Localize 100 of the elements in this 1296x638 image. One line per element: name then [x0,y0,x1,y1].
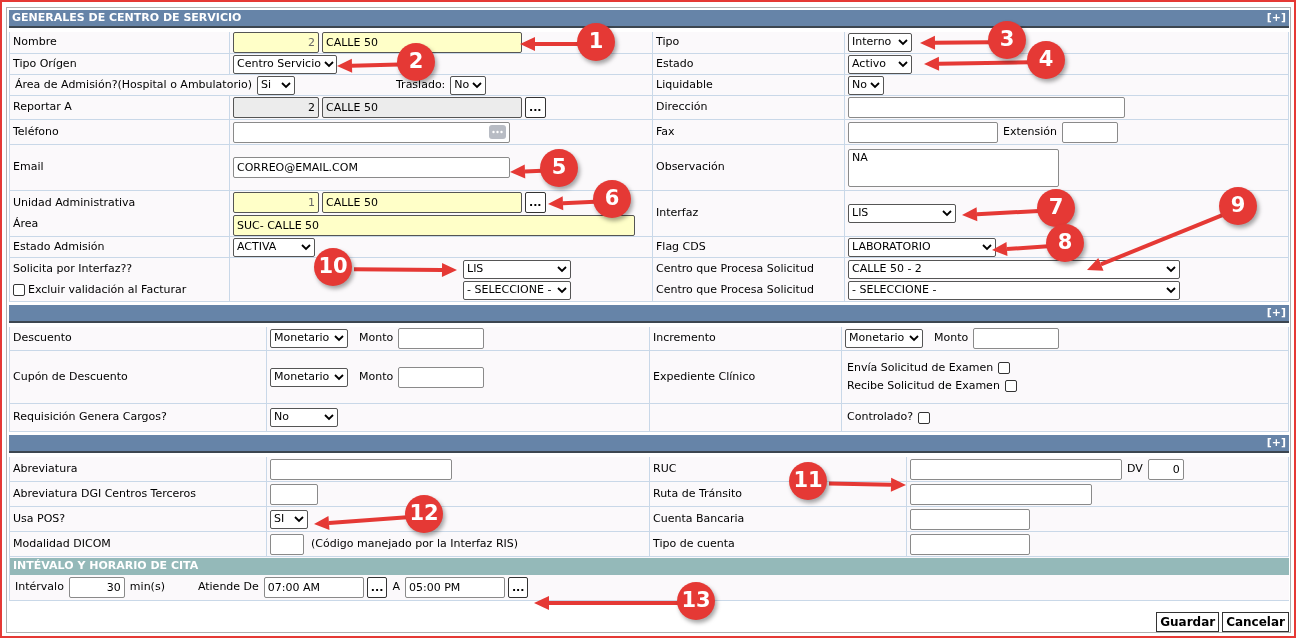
browse-button[interactable]: ... [525,191,546,213]
dropdown[interactable]: Monetario [845,329,923,348]
dropdown[interactable]: Monetario [270,367,348,387]
field-label: Fax [656,123,676,140]
field-label: Liquidable [656,76,714,93]
input-field[interactable] [910,458,1122,480]
field-label: Ruta de Tránsito [653,485,744,502]
input-field[interactable]: SUC- CALLE 50 [233,214,635,236]
dropdown[interactable]: Interno [848,33,912,52]
checkbox[interactable] [998,361,1011,374]
dropdown[interactable]: Si [257,75,295,95]
dropdown[interactable]: Centro Servicio [233,54,337,74]
input-field[interactable]: 0 [1147,458,1184,480]
arrow [337,58,400,73]
chevron-down-icon [334,373,344,381]
field-label: Nombre [13,34,58,51]
dropdown[interactable]: SI [270,509,308,529]
input-field[interactable]: 2 [233,97,319,118]
dropdown[interactable]: LIS [463,259,571,279]
browse-button[interactable]: ... [507,577,529,598]
input-field[interactable] [270,533,304,555]
input-field[interactable]: CALLE 50 [322,97,522,118]
expand-toggle[interactable]: [+] [1266,9,1286,27]
field-label: DV [1126,460,1144,477]
checkbox[interactable] [1004,380,1017,393]
field-label: Cupón de Descuento [13,368,129,385]
checkbox[interactable] [918,411,931,424]
input-field[interactable]: 07:00 AM [263,577,364,598]
input-field[interactable] [973,328,1060,349]
input-field[interactable]: CALLE 50 [322,32,522,53]
dropdown[interactable]: Activo [848,54,912,74]
dropdown[interactable]: LABORATORIO [848,237,996,257]
input-field[interactable] [910,508,1030,530]
input-field[interactable] [270,483,318,505]
chevron-down-icon [1166,265,1176,273]
chevron-down-icon [982,243,992,251]
subsection-title: INTÉVALO Y HORARIO DE CITA [13,558,199,575]
field-label: Atiende De [196,579,260,596]
section-title: GENERALES DE CENTRO DE SERVICIO [12,9,242,26]
chevron-down-icon [472,81,483,89]
field-label: A [391,579,401,596]
dropdown[interactable]: - SELECCIONE - [848,280,1180,300]
input-field[interactable] [848,97,1125,118]
dropdown[interactable]: No [450,75,487,95]
field-label: Abreviatura [13,460,79,477]
input-field[interactable] [398,366,485,388]
dropdown[interactable]: No [848,75,884,95]
browse-button[interactable]: ... [366,577,388,598]
expand-toggle[interactable]: [+] [1266,434,1286,452]
input-field[interactable] [1062,121,1118,143]
chevron-down-icon [870,81,880,89]
chevron-down-icon [324,414,334,421]
field-label: Monto [358,330,395,347]
input-field[interactable] [848,121,998,143]
dropdown[interactable]: LIS [848,204,956,223]
chevron-down-icon [281,81,291,89]
field-label: Solicita por Interfaz?? [13,260,134,277]
field-label: Incremento [653,330,717,347]
dropdown[interactable]: - SELECCIONE - [463,280,571,300]
chevron-down-icon [909,335,919,342]
input-field[interactable] [398,328,485,349]
action-button[interactable]: Cancelar [1222,612,1289,632]
arrow [548,196,596,211]
field-label: (Código manejado por la Interfaz RIS) [310,535,520,552]
field-label: Observación [656,159,726,176]
input-field[interactable]: 1 [233,191,319,213]
field-label: Dirección [656,99,709,116]
chevron-down-icon [323,60,334,68]
input-field[interactable]: CALLE 50 [322,191,522,213]
chevron-down-icon [1166,286,1176,294]
input-field[interactable] [910,483,1092,505]
dropdown[interactable]: CALLE 50 - 2 [848,259,1180,279]
chevron-down-icon [942,210,952,217]
step-badge: 13 [677,582,715,620]
input-field[interactable] [910,533,1030,555]
field-label: Modalidad DICOM [13,535,112,552]
chevron-down-icon [334,335,344,342]
input-field[interactable] [270,458,452,480]
field-label: Tipo Orígen [13,55,78,72]
checkbox[interactable] [13,284,25,297]
field-label: Descuento [13,330,73,347]
browse-button[interactable]: ... [525,97,546,118]
field-label: Interfaz [656,205,700,222]
action-button[interactable]: Guardar [1156,612,1220,632]
more-icon[interactable] [489,125,506,139]
field-label: Expediente Clínico [653,368,757,385]
input-field[interactable]: CORREO@EMAIL.COM [233,157,510,178]
input-field[interactable]: 30 [68,577,125,598]
field-label: Abreviatura DGI Centros Terceros [13,485,198,502]
dropdown[interactable]: Monetario [270,329,348,348]
field-label: Teléfono [13,123,60,140]
text-area[interactable]: NA [848,148,1059,187]
input-field[interactable]: 05:00 PM [404,577,505,598]
input-field[interactable] [233,121,510,143]
dropdown[interactable]: No [270,408,338,427]
input-field[interactable]: 2 [233,32,319,53]
dropdown[interactable]: ACTIVA [233,237,315,257]
field-label: Tipo de cuenta [653,535,736,552]
expand-toggle[interactable]: [+] [1266,304,1286,322]
field-label: Flag CDS [656,238,707,255]
